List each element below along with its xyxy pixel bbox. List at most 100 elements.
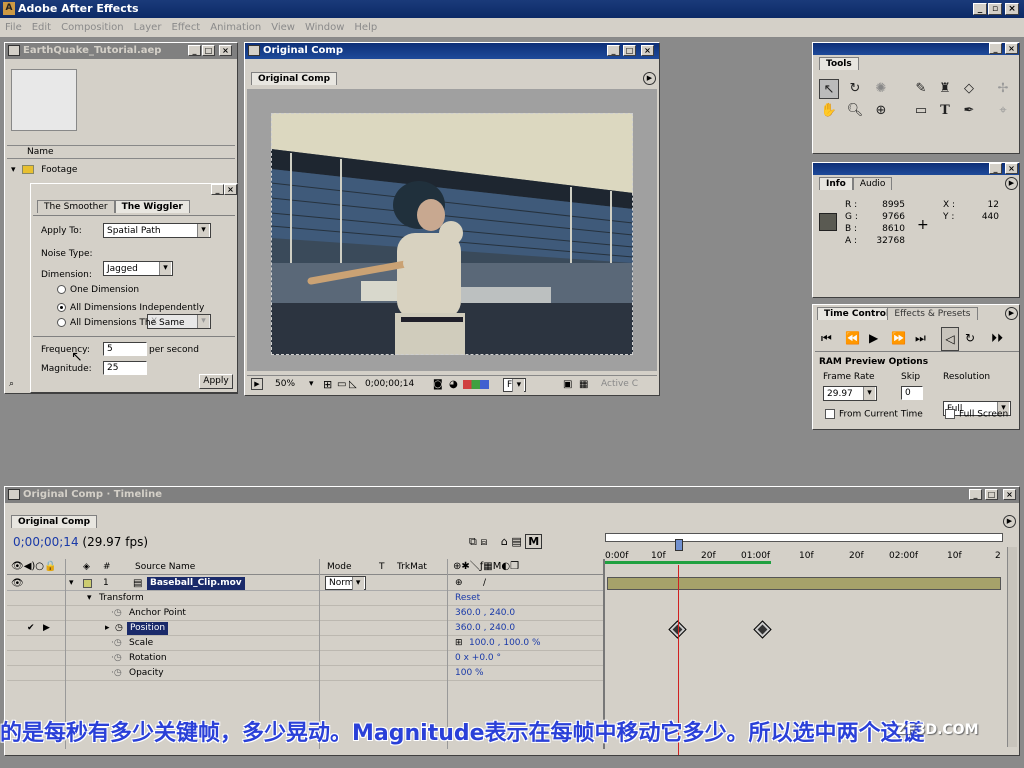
zoom-value[interactable]: 50% (275, 376, 295, 392)
prop-row-opacity[interactable]: ·◷ Opacity 100 % (7, 666, 603, 681)
wiggler-close-button[interactable]: × (224, 184, 237, 195)
comp-menu-arrow-icon[interactable]: ▶ (643, 72, 656, 85)
loop-icon[interactable]: ↻ (965, 327, 975, 349)
grid-icon[interactable]: ⊞ (323, 377, 332, 393)
layer-duration-bar[interactable] (607, 577, 1001, 590)
all-dim-independent-radio[interactable] (57, 303, 66, 312)
expand-arrow-icon[interactable]: ▾ (11, 165, 16, 175)
stopwatch-rotation-icon[interactable]: ·◷ (111, 651, 122, 666)
ram-preview-icon[interactable]: ⏵⏵ (991, 327, 1003, 349)
menu-animation[interactable]: Animation (205, 18, 266, 38)
menu-help[interactable]: Help (349, 18, 382, 38)
mask-icon[interactable]: ▭ (337, 377, 346, 393)
prop-name-position[interactable]: Position (127, 622, 169, 635)
orbit-camera-tool-icon[interactable]: ✺ (871, 79, 891, 99)
timeline-menu-arrow-icon[interactable]: ▶ (1003, 515, 1016, 528)
apply-button[interactable]: Apply (199, 374, 233, 389)
transform-expand-arrow-icon[interactable]: ▾ (87, 591, 92, 606)
quality-switch-icon[interactable]: ∕ (483, 576, 486, 591)
menu-layer[interactable]: Layer (129, 18, 167, 38)
always-preview-icon[interactable]: ▶ (251, 378, 263, 390)
visibility-eye-icon[interactable]: 👁︎ (11, 576, 24, 591)
audio-icon[interactable]: ◁ (941, 327, 959, 351)
tab-wiggler[interactable]: The Wiggler (114, 200, 190, 213)
prop-value-position[interactable]: 360.0 , 240.0 (455, 621, 515, 636)
active-camera-label[interactable]: Active C (601, 376, 638, 392)
last-frame-icon[interactable]: ⏭ (915, 327, 926, 349)
draft-3d-icon[interactable]: ⌂ (501, 535, 508, 548)
menu-composition[interactable]: Composition (56, 18, 128, 38)
rgb-channels-icon[interactable] (463, 380, 489, 389)
stopwatch-scale-icon[interactable]: ·◷ (111, 636, 122, 651)
all-dim-independent-option[interactable]: All Dimensions Independently (57, 303, 204, 313)
tab-audio[interactable]: Audio (852, 177, 893, 190)
column-source-name[interactable]: Source Name (135, 559, 195, 575)
local-axis-mode-icon[interactable]: ✢ (993, 79, 1013, 99)
frequency-input[interactable]: 5 (103, 342, 147, 356)
prop-value-scale[interactable]: 100.0 , 100.0 % (469, 636, 541, 651)
previous-frame-icon[interactable]: ⏪ (845, 327, 860, 349)
column-name[interactable]: Name (7, 145, 235, 159)
timeline-maximize-button[interactable]: □ (985, 489, 998, 500)
footage-folder-row[interactable]: ▾ Footage (7, 163, 235, 177)
stopwatch-position-icon[interactable]: ◷ (115, 621, 123, 636)
find-icon[interactable]: ⌕ (9, 379, 25, 391)
prop-value-opacity[interactable]: 100 % (455, 666, 484, 681)
next-frame-icon[interactable]: ⏩ (891, 327, 906, 349)
snapshot-show-icon[interactable]: ◺ (349, 377, 357, 393)
prop-value-anchor-point[interactable]: 360.0 , 240.0 (455, 606, 515, 621)
comp-flowchart-icon[interactable]: ⧉ (469, 535, 477, 548)
motion-blur-icon[interactable]: M (525, 534, 543, 549)
rectangle-mask-tool-icon[interactable]: ▭ (911, 101, 931, 121)
one-dimension-option[interactable]: One Dimension (57, 285, 139, 295)
eraser-tool-icon[interactable]: ◇ (959, 79, 979, 99)
menu-window[interactable]: Window (300, 18, 349, 38)
time-ruler[interactable]: 0:00f 10f 20f 01:00f 10f 20f 02:00f 10f … (605, 531, 1003, 565)
prop-value-rotation[interactable]: 0 x +0.0 ° (455, 651, 501, 666)
scale-link-icon[interactable]: ⊞ (455, 636, 463, 651)
position-keyframe-2[interactable] (753, 620, 772, 639)
layer-bounding-box[interactable] (271, 113, 633, 355)
noise-type-dropdown[interactable]: Jagged (103, 261, 173, 276)
maximize-button[interactable]: ▫ (988, 3, 1002, 15)
comp-maximize-button[interactable]: □ (623, 45, 636, 56)
info-close-button[interactable]: × (1005, 163, 1018, 174)
project-maximize-button[interactable]: □ (202, 45, 215, 56)
zoom-tool-icon[interactable]: 🔍︎ (845, 101, 865, 121)
layer-row[interactable]: 👁︎ ▾ 1 ▤ Baseball_Clip.mov Normal ⊕ ∕ (7, 576, 603, 591)
brush-tool-icon[interactable]: ✎ (911, 79, 931, 99)
timeline-close-button[interactable]: × (1003, 489, 1016, 500)
magnitude-input[interactable]: 25 (103, 361, 147, 375)
project-close-button[interactable]: × (219, 45, 232, 56)
show-channel-icon[interactable]: ◕ (449, 377, 458, 393)
menu-file[interactable]: File (0, 18, 27, 38)
comp-timecode[interactable]: 0;00;00;14 (365, 376, 414, 392)
region-of-interest-icon[interactable]: ▣ (563, 377, 572, 393)
prop-row-scale[interactable]: ·◷ Scale ⊞ 100.0 , 100.0 % (7, 636, 603, 651)
wiggler-minimize-button[interactable]: _ (211, 184, 224, 195)
layer-name[interactable]: Baseball_Clip.mov (147, 577, 245, 590)
tab-smoother[interactable]: The Smoother (37, 200, 115, 213)
info-minimize-button[interactable]: _ (989, 163, 1002, 174)
menu-effect[interactable]: Effect (166, 18, 205, 38)
tab-effects-presets[interactable]: Effects & Presets (887, 307, 978, 320)
all-dim-same-radio[interactable] (57, 318, 66, 327)
project-minimize-button[interactable]: _ (188, 45, 201, 56)
close-button[interactable]: × (1005, 3, 1019, 15)
frame-rate-dropdown[interactable]: 29.97 (823, 386, 877, 401)
tools-minimize-button[interactable]: _ (989, 43, 1002, 54)
from-current-time-option[interactable]: From Current Time (825, 409, 923, 420)
play-icon[interactable]: ▶ (869, 327, 878, 349)
tools-tab[interactable]: Tools (819, 57, 859, 70)
type-tool-icon[interactable]: T (935, 101, 955, 121)
layer-mode-dropdown[interactable]: Normal (325, 576, 366, 590)
full-screen-option[interactable]: Full Screen (945, 409, 1008, 420)
position-expand-arrow-icon[interactable]: ▸ (105, 621, 110, 636)
camera-snapshot-icon[interactable]: ◙ (433, 377, 443, 393)
transform-row[interactable]: ▾ Transform Reset (7, 591, 603, 606)
reset-link[interactable]: Reset (455, 591, 480, 606)
shy-switch-icon[interactable]: ⊕ (455, 576, 463, 591)
comp-tab[interactable]: Original Comp (251, 72, 338, 85)
clone-stamp-tool-icon[interactable]: ♜ (935, 79, 955, 99)
timeline-timecode[interactable]: 0;00;00;14 (13, 535, 79, 549)
